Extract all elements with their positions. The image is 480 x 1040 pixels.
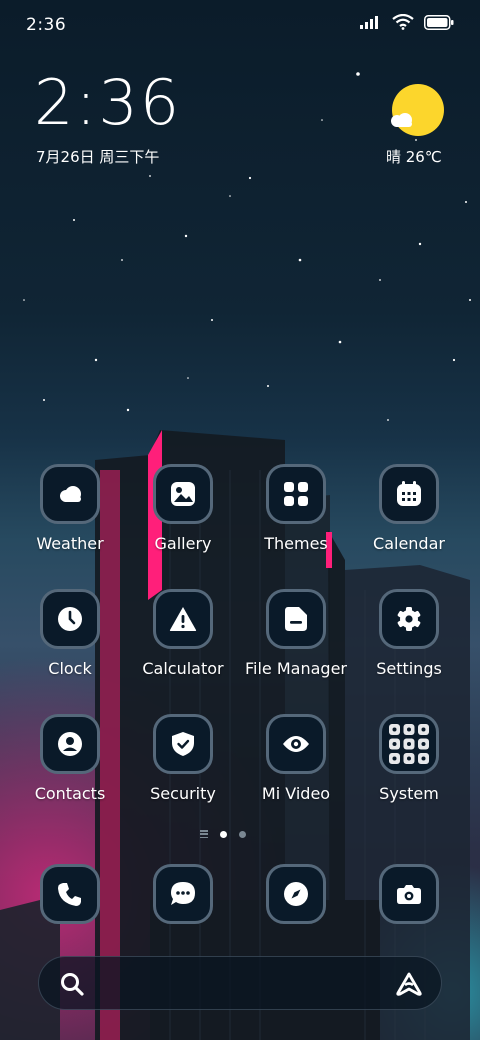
folder-icon [379, 714, 439, 774]
assistant-icon[interactable] [395, 971, 423, 997]
app-label: Calculator [142, 659, 224, 678]
battery-icon [424, 14, 454, 30]
gallery-icon [153, 464, 213, 524]
app-contacts[interactable]: Contacts [14, 714, 126, 803]
shield-icon [153, 714, 213, 774]
app-label: Weather [36, 534, 104, 553]
app-label: Gallery [154, 534, 212, 553]
search-icon[interactable] [59, 971, 85, 997]
status-icons [360, 14, 454, 30]
dock-messages[interactable] [127, 864, 239, 924]
sun-icon [392, 84, 444, 136]
app-label: Settings [376, 659, 442, 678]
dock-camera[interactable] [353, 864, 465, 924]
search-bar[interactable] [38, 956, 442, 1010]
messages-icon [153, 864, 213, 924]
signal-icon [360, 16, 378, 29]
app-mi-video[interactable]: Mi Video [240, 714, 352, 803]
app-calendar[interactable]: Calendar [353, 464, 465, 553]
app-label: Security [150, 784, 216, 803]
app-settings[interactable]: Settings [353, 589, 465, 678]
weather-summary: 晴 26℃ [386, 148, 442, 166]
clock-widget-time[interactable]: 2:36 [34, 72, 181, 134]
app-label: Contacts [34, 784, 106, 803]
phone-icon [40, 864, 100, 924]
app-calculator[interactable]: Calculator [127, 589, 239, 678]
app-weather[interactable]: Weather [14, 464, 126, 553]
app-label: Mi Video [261, 784, 331, 803]
dock-phone[interactable] [14, 864, 126, 924]
page-dot[interactable] [239, 830, 246, 838]
app-clock[interactable]: Clock [14, 589, 126, 678]
calculator-icon [153, 589, 213, 649]
contacts-icon [40, 714, 100, 774]
app-label: File Manager [245, 659, 347, 678]
camera-icon [379, 864, 439, 924]
app-folder-system[interactable]: System [353, 714, 465, 803]
themes-icon [266, 464, 326, 524]
app-label: System [379, 784, 439, 803]
page-list-icon[interactable] [200, 830, 208, 838]
app-gallery[interactable]: Gallery [127, 464, 239, 553]
eye-icon [266, 714, 326, 774]
weather-icon [40, 464, 100, 524]
clock-icon [40, 589, 100, 649]
app-label: Themes [264, 534, 328, 553]
status-time: 2:36 [26, 15, 67, 35]
cloud-icon [391, 113, 412, 127]
app-themes[interactable]: Themes [240, 464, 352, 553]
app-label: Clock [48, 659, 92, 678]
page-indicator[interactable] [200, 830, 246, 838]
dock-browser[interactable] [240, 864, 352, 924]
clock-widget-date[interactable]: 7月26日 周三下午 [36, 146, 159, 167]
compass-icon [266, 864, 326, 924]
status-bar: 2:36 [0, 0, 480, 50]
page-dot-current[interactable] [220, 830, 227, 838]
gear-icon [379, 589, 439, 649]
wifi-icon [392, 14, 414, 30]
file-manager-icon [266, 589, 326, 649]
app-label: Calendar [373, 534, 445, 553]
app-security[interactable]: Security [127, 714, 239, 803]
app-file-manager[interactable]: File Manager [240, 589, 352, 678]
calendar-icon [379, 464, 439, 524]
